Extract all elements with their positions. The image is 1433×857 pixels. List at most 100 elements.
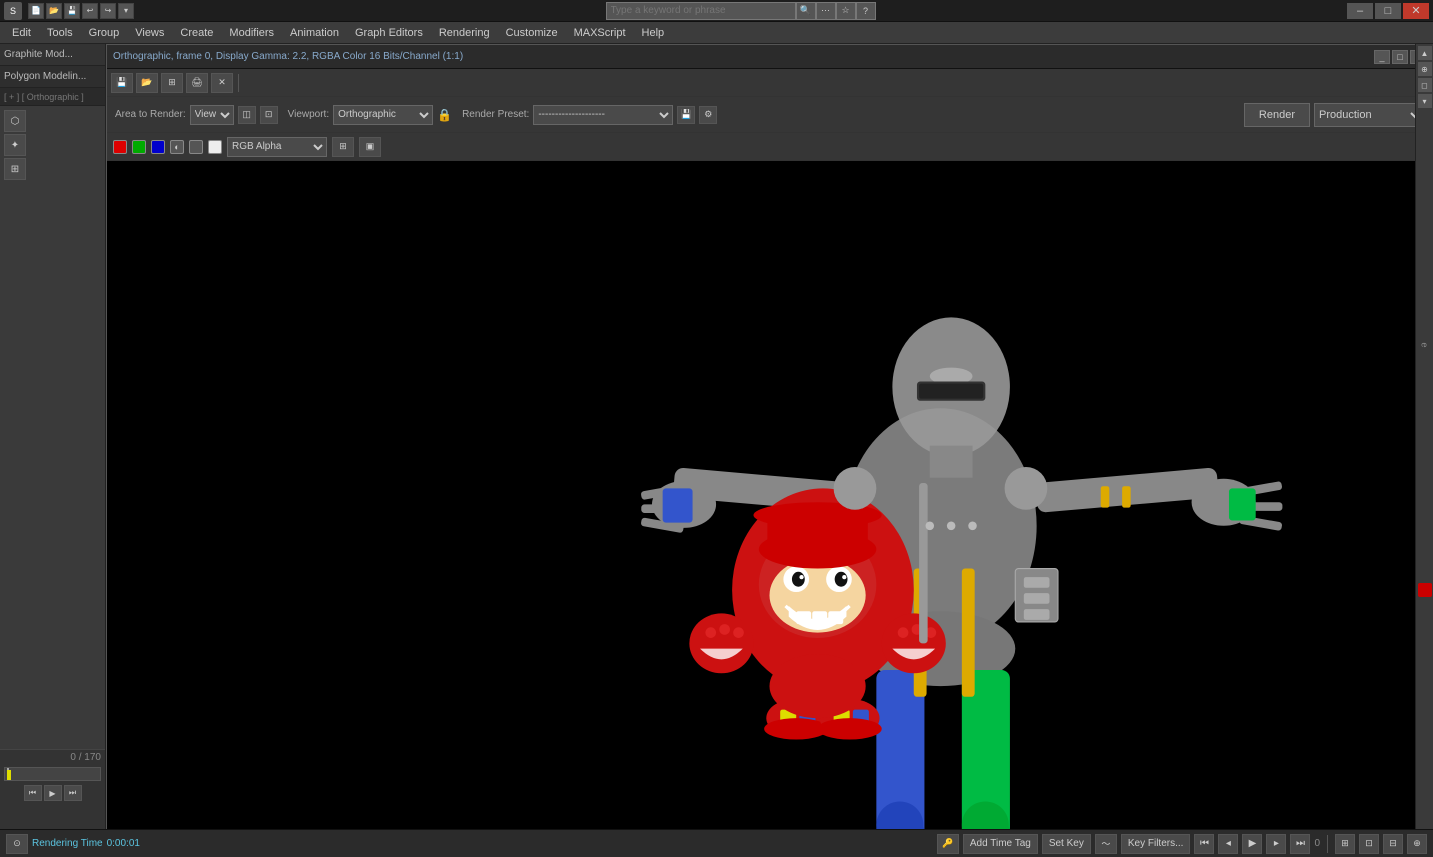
maximize-button[interactable]: □: [1375, 3, 1401, 19]
animation-track[interactable]: [4, 767, 101, 781]
key-filters-btn[interactable]: Key Filters...: [1121, 834, 1191, 854]
blue-channel-dot[interactable]: [151, 140, 165, 154]
rsb-dropdown[interactable]: ▾: [1418, 94, 1432, 108]
menu-item-modifiers[interactable]: Modifiers: [221, 25, 282, 41]
right-area: Orthographic, frame 0, Display Gamma: 2.…: [106, 44, 1433, 829]
titlebar-search: 🔍 ⋯ ☆ ?: [606, 2, 876, 20]
transport-start-btn[interactable]: ⏮: [1194, 834, 1214, 854]
rw-maximize-btn[interactable]: □: [1392, 50, 1408, 64]
clone-render-btn[interactable]: ⊞: [161, 73, 183, 93]
production-select[interactable]: Production: [1314, 103, 1424, 127]
search-input[interactable]: [606, 2, 796, 20]
render-preset-select[interactable]: --------------------: [533, 105, 673, 125]
next-frame-btn[interactable]: ⏭: [64, 785, 82, 801]
set-key-btn[interactable]: Set Key: [1042, 834, 1091, 854]
lock-icon: 🔒: [437, 108, 452, 122]
area-to-render-select[interactable]: View: [190, 105, 234, 125]
viewport-ctrl-label: Viewport:: [288, 109, 330, 120]
key-icon-btn[interactable]: 🔑: [937, 834, 959, 854]
channel-select[interactable]: RGB Alpha: [227, 137, 327, 157]
render-preset-label: Render Preset:: [462, 109, 529, 120]
area-render-btn2[interactable]: ⊡: [260, 106, 278, 124]
search-icon-btn[interactable]: 🔍: [796, 2, 816, 20]
menu-item-create[interactable]: Create: [172, 25, 221, 41]
tool-icon-1[interactable]: ⬡: [4, 110, 26, 132]
transport-play-btn[interactable]: ▶: [1242, 834, 1262, 854]
rsb-tool2[interactable]: ◻: [1418, 78, 1432, 92]
half-circle-btn[interactable]: ◐: [170, 140, 184, 154]
render-window: Orthographic, frame 0, Display Gamma: 2.…: [106, 44, 1433, 838]
yellow-marker: [7, 770, 11, 780]
menu-item-views[interactable]: Views: [127, 25, 172, 41]
transport-end-btn[interactable]: ⏭: [1290, 834, 1310, 854]
channel-bar: ◐ RGB Alpha ⊞ ▣: [107, 133, 1432, 161]
titlebar: S 📄 📂 💾 ↩ ↪ ▾ 🔍 ⋯ ☆ ? – □ ✕: [0, 0, 1433, 22]
menu-item-customize[interactable]: Customize: [498, 25, 566, 41]
add-time-tag-btn[interactable]: Add Time Tag: [963, 834, 1038, 854]
right-edge-sidebar: ▲ ⊕ ◻ ▾ e: [1415, 44, 1433, 829]
open-icon[interactable]: 📂: [46, 3, 62, 19]
transport-prev-btn[interactable]: ◂: [1218, 834, 1238, 854]
titlebar-icons: 📄 📂 💾 ↩ ↪ ▾: [28, 3, 134, 19]
star-icon-btn[interactable]: ☆: [836, 2, 856, 20]
left-col-tools: ⬡ ✦ ⊞: [0, 106, 105, 749]
menu-item-edit[interactable]: Edit: [4, 25, 39, 41]
undo-icon[interactable]: ↩: [82, 3, 98, 19]
tool-icon-3[interactable]: ⊞: [4, 158, 26, 180]
toolbar-sep1: [238, 74, 239, 92]
save-icon[interactable]: 💾: [64, 3, 80, 19]
green-channel-dot[interactable]: [132, 140, 146, 154]
rw-minimize-btn[interactable]: _: [1374, 50, 1390, 64]
render-window-titlebar: Orthographic, frame 0, Display Gamma: 2.…: [107, 45, 1432, 69]
status-extra2[interactable]: ⊡: [1359, 834, 1379, 854]
render-btn-group: Render Production: [1244, 103, 1424, 127]
status-extra4[interactable]: ⊕: [1407, 834, 1427, 854]
prev-frame-btn[interactable]: ⏮: [24, 785, 42, 801]
wave-icon-btn[interactable]: 〜: [1095, 834, 1117, 854]
more-search-btn[interactable]: ⋯: [816, 2, 836, 20]
more-tools-icon[interactable]: ▾: [118, 3, 134, 19]
rsb-arrow-up[interactable]: ▲: [1418, 46, 1432, 60]
play-btn[interactable]: ▶: [44, 785, 62, 801]
menubar: Edit Tools Group Views Create Modifiers …: [0, 22, 1433, 44]
red-channel-dot[interactable]: [113, 140, 127, 154]
graphite-modeler-tab[interactable]: Graphite Mod...: [0, 44, 105, 66]
rsb-tool1[interactable]: ⊕: [1418, 62, 1432, 76]
viewport-group: Viewport: Orthographic 🔒: [288, 105, 452, 125]
status-sep: [1327, 835, 1328, 853]
open-render-btn[interactable]: 📂: [136, 73, 158, 93]
menu-item-graph-editors[interactable]: Graph Editors: [347, 25, 431, 41]
tool-icon-2[interactable]: ✦: [4, 134, 26, 156]
render-controls: Area to Render: View ◫ ⊡ Viewport: Ortho…: [107, 97, 1432, 133]
view-mode-btn1[interactable]: ⊞: [332, 137, 354, 157]
render-button[interactable]: Render: [1244, 103, 1310, 127]
save-render-btn[interactable]: 💾: [111, 73, 133, 93]
new-icon[interactable]: 📄: [28, 3, 44, 19]
white-channel-dot[interactable]: [208, 140, 222, 154]
settings-preset-btn[interactable]: ⚙: [699, 106, 717, 124]
menu-item-help[interactable]: Help: [634, 25, 673, 41]
status-extra1[interactable]: ⊞: [1335, 834, 1355, 854]
menu-item-rendering[interactable]: Rendering: [431, 25, 498, 41]
close-button[interactable]: ✕: [1403, 3, 1429, 19]
menu-item-group[interactable]: Group: [81, 25, 128, 41]
viewport-select[interactable]: Orthographic: [333, 105, 433, 125]
menu-item-animation[interactable]: Animation: [282, 25, 347, 41]
polygon-modeling-tab[interactable]: Polygon Modelin...: [0, 66, 105, 88]
redo-icon[interactable]: ↪: [100, 3, 116, 19]
view-mode-btn2[interactable]: ▣: [359, 137, 381, 157]
main-content: Graphite Mod... Polygon Modelin... [ + ]…: [0, 44, 1433, 829]
delete-render-btn[interactable]: ✕: [211, 73, 233, 93]
viewport-info: [ + ] [ Orthographic ]: [0, 88, 105, 106]
print-render-btn[interactable]: 🖨: [186, 73, 208, 93]
transport-next-btn[interactable]: ▸: [1266, 834, 1286, 854]
save-preset-btn[interactable]: 💾: [677, 106, 695, 124]
help-icon-btn[interactable]: ?: [856, 2, 876, 20]
menu-item-maxscript[interactable]: MAXScript: [566, 25, 634, 41]
minimize-button[interactable]: –: [1347, 3, 1373, 19]
gray-channel-dot[interactable]: [189, 140, 203, 154]
area-render-btn1[interactable]: ◫: [238, 106, 256, 124]
status-icon-btn[interactable]: ⊙: [6, 834, 28, 854]
status-extra3[interactable]: ⊟: [1383, 834, 1403, 854]
menu-item-tools[interactable]: Tools: [39, 25, 81, 41]
